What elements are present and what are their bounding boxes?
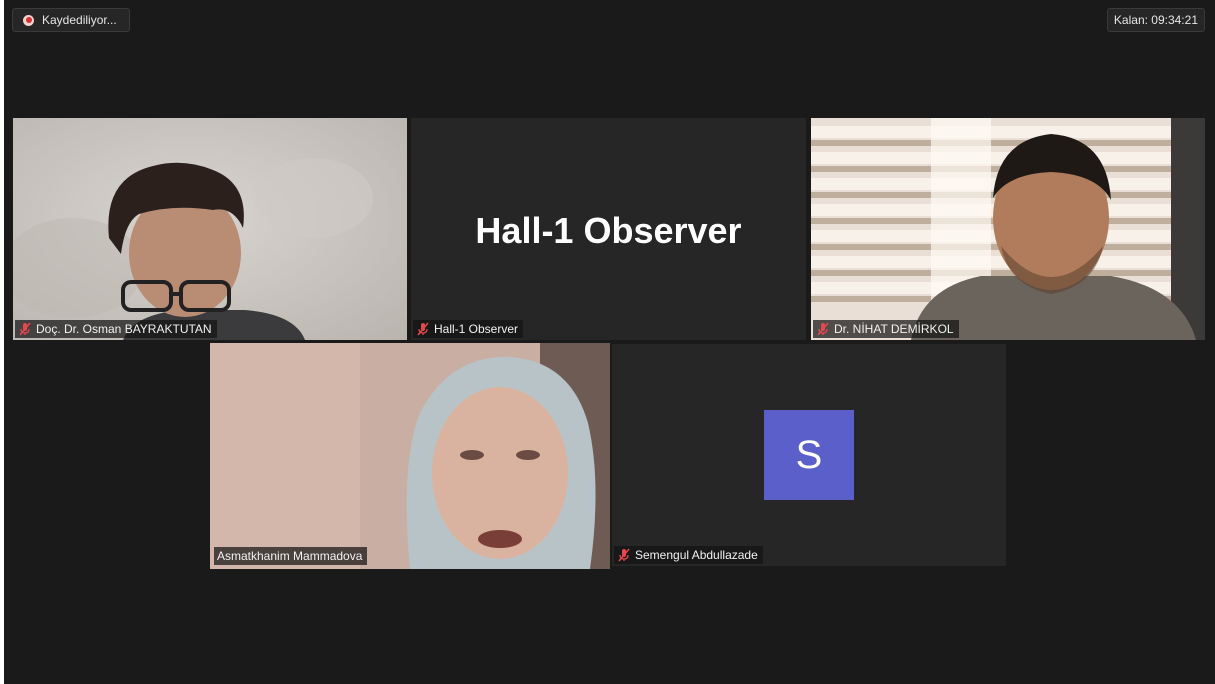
- participant-avatar: S: [764, 410, 854, 500]
- participant-name-tag: Hall-1 Observer: [413, 320, 524, 338]
- participant-name: Doç. Dr. Osman BAYRAKTUTAN: [36, 322, 212, 336]
- video-tile-asmatkhanim[interactable]: Asmatkhanim Mammadova: [210, 343, 610, 569]
- recording-indicator[interactable]: Kaydediliyor...: [12, 8, 130, 32]
- recording-label: Kaydediliyor...: [42, 13, 117, 27]
- video-tile-osman[interactable]: Doç. Dr. Osman BAYRAKTUTAN: [13, 118, 407, 340]
- participant-name: Hall-1 Observer: [434, 322, 519, 336]
- mic-muted-icon: [817, 322, 829, 336]
- remaining-time: Kalan: 09:34:21: [1106, 8, 1205, 32]
- video-tile-semengul[interactable]: S Semengul Abdullazade: [612, 344, 1006, 566]
- record-dot-icon: [23, 14, 34, 26]
- participant-name-tag: Semengul Abdullazade: [614, 546, 763, 564]
- participant-display-name: Hall-1 Observer: [475, 210, 742, 251]
- meeting-stage: Kaydediliyor... Kalan: 09:34:21 Doç. Dr.…: [0, 0, 1215, 684]
- participant-name: Asmatkhanim Mammadova: [217, 549, 363, 563]
- participant-name-tag: Dr. NİHAT DEMİRKOL: [813, 320, 959, 338]
- participant-video: [210, 343, 610, 569]
- mic-muted-icon: [417, 322, 429, 336]
- participant-name: Semengul Abdullazade: [635, 548, 758, 562]
- participant-name: Dr. NİHAT DEMİRKOL: [834, 322, 954, 336]
- video-tile-hall-observer[interactable]: Hall-1 Observer Hall-1 Observer: [411, 118, 806, 340]
- participant-name-tag: Asmatkhanim Mammadova: [214, 547, 368, 565]
- participant-video: [13, 118, 407, 340]
- window-edge: [0, 0, 4, 684]
- mic-muted-icon: [618, 548, 630, 562]
- participant-name-tag: Doç. Dr. Osman BAYRAKTUTAN: [15, 320, 217, 338]
- mic-muted-icon: [19, 322, 31, 336]
- participant-video: [811, 118, 1205, 340]
- video-tile-nihat[interactable]: Dr. NİHAT DEMİRKOL: [811, 118, 1205, 340]
